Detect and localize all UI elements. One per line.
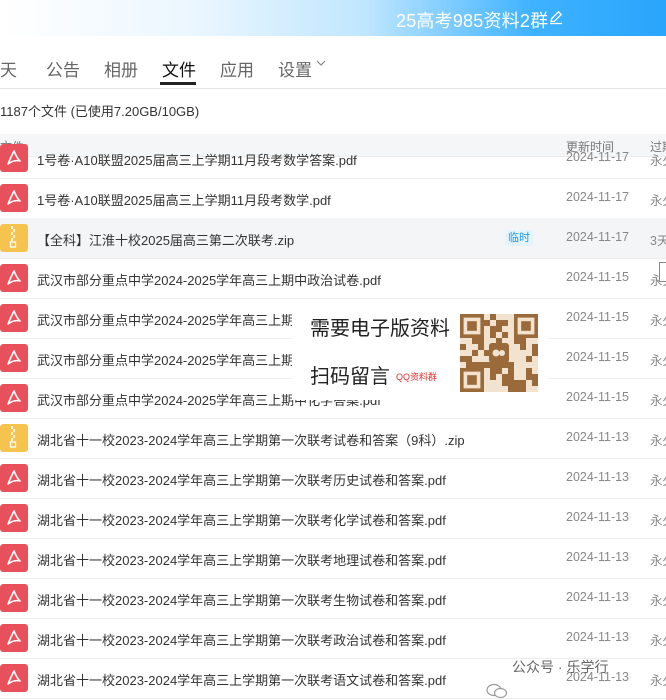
temporary-file-badge: 临时 <box>505 230 533 246</box>
tab-album[interactable]: 相册 <box>104 56 138 81</box>
file-row[interactable]: 湖北省十一校2023-2024学年高三上学期第一次联考历史试卷和答案.pdf 20… <box>0 458 666 499</box>
tab-files[interactable]: 文件 <box>162 56 196 81</box>
watermark-text: 公众号 · 乐学行 <box>512 659 609 675</box>
file-row[interactable]: 武汉市部分重点中学2024-2025学年高三上期中政治试卷.pdf 2024-11… <box>0 258 666 299</box>
file-name[interactable]: 【全科】江淮十校2025届高三第二次联考.zip <box>37 230 294 249</box>
file-updated-date: 2024-11-13 <box>566 430 630 444</box>
tab-bar: 天 公告 相册 文件 应用 设置 <box>0 36 666 89</box>
pdf-file-icon <box>0 304 28 332</box>
file-name[interactable]: 湖北省十一校2023-2024学年高三上学期第一次联考生物试卷和答案.pdf <box>37 590 446 609</box>
active-tab-indicator <box>160 82 196 85</box>
file-name[interactable]: 湖北省十一校2023-2024学年高三上学期第一次联考历史试卷和答案.pdf <box>37 470 446 489</box>
file-expiry: 永久 <box>650 554 666 568</box>
zip-file-icon <box>0 424 28 452</box>
file-name[interactable]: 湖北省十一校2023-2024学年高三上学期第一次联考化学试卷和答案.pdf <box>37 510 446 529</box>
pdf-file-icon <box>0 344 28 372</box>
file-expiry: 永久 <box>650 434 666 448</box>
file-updated-date: 2024-11-17 <box>566 190 630 204</box>
pdf-file-icon <box>0 584 28 612</box>
file-updated-date: 2024-11-13 <box>566 630 630 644</box>
edit-icon[interactable] <box>548 9 564 25</box>
promo-line-2: 扫码留言 <box>310 364 390 388</box>
file-name[interactable]: 湖北省十一校2023-2024学年高三上学期第一次联考政治试卷和答案.pdf <box>37 630 446 649</box>
file-name[interactable]: 湖北省十一校2023-2024学年高三上学期第一次联考地理试卷和答案.pdf <box>37 550 446 569</box>
group-title: 25高考985资料2群 <box>396 11 549 31</box>
file-row[interactable]: 【全科】江淮十校2025届高三第二次联考.zip 临时 2024-11-17 3天 <box>0 218 666 259</box>
file-row[interactable]: 湖北省十一校2023-2024学年高三上学期第一次联考政治试卷和答案.pdf 20… <box>0 618 666 659</box>
file-expiry: 永久 <box>650 194 666 208</box>
promo-overlay: 需要电子版资料 扫码留言 QQ资料群 <box>292 300 548 400</box>
chevron-down-icon[interactable] <box>316 58 326 68</box>
file-expiry: 永久 <box>650 594 666 608</box>
file-name[interactable]: 武汉市部分重点中学2024-2025学年高三上期中政治试卷.pdf <box>37 270 381 289</box>
file-updated-date: 2024-11-13 <box>566 590 630 604</box>
file-expiry: 永久 <box>650 634 666 648</box>
file-updated-date: 2024-11-15 <box>566 390 630 404</box>
file-row[interactable]: 湖北省十一校2023-2024学年高三上学期第一次联考试卷和答案（9科）.zip… <box>0 418 666 459</box>
file-expiry: 永久 <box>650 474 666 488</box>
file-updated-date: 2024-11-15 <box>566 350 630 364</box>
file-updated-date: 2024-11-17 <box>566 230 630 244</box>
storage-summary: 1187个文件 (已使用7.20GB/10GB) <box>0 104 200 119</box>
promo-badge: QQ资料群 <box>396 372 438 382</box>
pdf-file-icon <box>0 504 28 532</box>
pdf-file-icon <box>0 264 28 292</box>
file-row[interactable]: 湖北省十一校2023-2024学年高三上学期第一次联考化学试卷和答案.pdf 20… <box>0 498 666 539</box>
file-updated-date: 2024-11-13 <box>566 510 630 524</box>
pdf-file-icon <box>0 544 28 572</box>
pdf-file-icon <box>0 624 28 652</box>
file-name[interactable]: 1号卷·A10联盟2025届高三上学期11月段考数学.pdf <box>37 190 331 209</box>
file-expiry: 3天 <box>650 234 666 248</box>
pdf-file-icon <box>0 144 28 172</box>
pdf-file-icon <box>0 464 28 492</box>
file-updated-date: 2024-11-15 <box>566 310 630 324</box>
file-row[interactable]: 湖北省十一校2023-2024学年高三上学期第一次联考地理试卷和答案.pdf 20… <box>0 538 666 579</box>
file-expiry: 永久 <box>650 354 666 368</box>
tab-chat[interactable]: 天 <box>0 56 17 81</box>
file-expiry: 永久 <box>650 674 666 688</box>
tab-apps[interactable]: 应用 <box>220 56 254 81</box>
file-updated-date: 2024-11-13 <box>566 470 630 484</box>
pdf-file-icon <box>0 384 28 412</box>
file-expiry: 永久 <box>650 314 666 328</box>
tab-settings[interactable]: 设置 <box>278 56 312 81</box>
file-updated-date: 2024-11-15 <box>566 270 630 284</box>
file-row[interactable]: 1号卷·A10联盟2025届高三上学期11月段考数学.pdf 2024-11-17… <box>0 178 666 219</box>
pdf-file-icon <box>0 184 28 212</box>
file-name[interactable]: 1号卷·A10联盟2025届高三上学期11月段考数学答案.pdf <box>37 150 357 169</box>
tab-announcement[interactable]: 公告 <box>46 56 80 81</box>
file-name[interactable]: 湖北省十一校2023-2024学年高三上学期第一次联考试卷和答案（9科）.zip <box>37 430 465 449</box>
file-updated-date: 2024-11-13 <box>566 550 630 564</box>
scrollbar-handle[interactable] <box>659 262 666 282</box>
file-expiry: 永久 <box>650 394 666 408</box>
qr-code-image <box>460 314 538 392</box>
file-name[interactable]: 湖北省十一校2023-2024学年高三上学期第一次联考语文试卷和答案.pdf <box>37 670 446 689</box>
file-expiry: 永久 <box>650 154 666 168</box>
file-expiry: 永久 <box>650 514 666 528</box>
file-row[interactable]: 1号卷·A10联盟2025届高三上学期11月段考数学答案.pdf 2024-11-… <box>0 138 666 179</box>
title-bar: 25高考985资料2群 <box>0 0 666 36</box>
file-row[interactable]: 湖北省十一校2023-2024学年高三上学期第一次联考生物试卷和答案.pdf 20… <box>0 578 666 619</box>
wechat-official-account-icon <box>486 683 508 699</box>
promo-line-1: 需要电子版资料 <box>310 316 450 340</box>
pdf-file-icon <box>0 664 28 692</box>
file-updated-date: 2024-11-17 <box>566 150 630 164</box>
zip-file-icon <box>0 224 28 252</box>
